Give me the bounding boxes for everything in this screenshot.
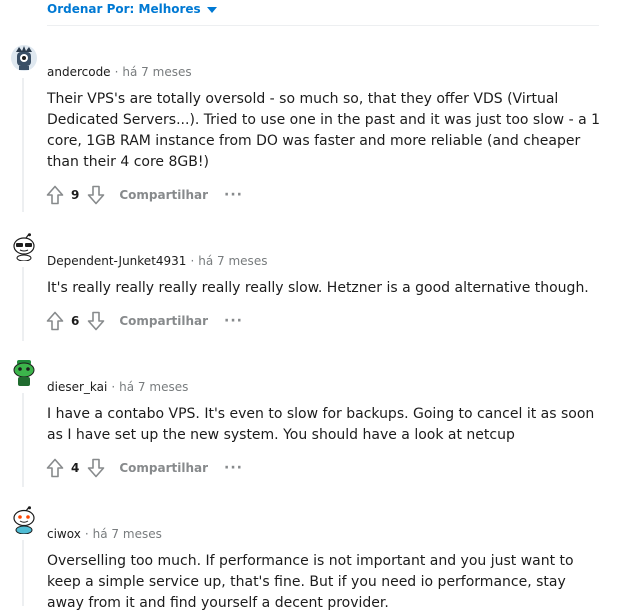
avatar[interactable] [10, 44, 38, 72]
vote-score: 4 [71, 461, 80, 475]
author-name[interactable]: andercode [47, 65, 111, 79]
more-options-button[interactable]: ··· [224, 313, 243, 329]
comment-body: It's really really really really really … [47, 280, 589, 296]
thread-line[interactable] [22, 393, 24, 487]
vote-score: 6 [71, 314, 80, 328]
avatar[interactable] [10, 233, 38, 262]
comment-actions: 4 Compartilhar ··· [44, 456, 243, 480]
comment-meta: ciwox · há 7 meses [47, 527, 162, 541]
downvote-button[interactable] [85, 457, 107, 479]
timestamp[interactable]: há 7 meses [93, 527, 162, 541]
share-button[interactable]: Compartilhar [119, 314, 208, 328]
comment-body: Overselling too much. If performance is … [47, 553, 574, 611]
avatar[interactable] [10, 359, 38, 387]
downvote-button[interactable] [85, 310, 107, 332]
share-button[interactable]: Compartilhar [119, 188, 208, 202]
divider [47, 25, 599, 26]
upvote-button[interactable] [44, 184, 66, 206]
more-options-button[interactable]: ··· [224, 460, 243, 476]
comment-meta: andercode · há 7 meses [47, 65, 192, 79]
timestamp[interactable]: há 7 meses [198, 254, 267, 268]
upvote-icon [46, 185, 64, 205]
sort-dropdown[interactable]: Ordenar Por: Melhores [47, 2, 217, 16]
author-name[interactable]: ciwox [47, 527, 81, 541]
downvote-icon [88, 185, 105, 205]
comment-ciwox: ciwox · há 7 meses Overselling too much. I… [0, 506, 637, 611]
upvote-button[interactable] [44, 310, 66, 332]
timestamp[interactable]: há 7 meses [119, 380, 188, 394]
comment-actions: 9 Compartilhar ··· [44, 183, 243, 207]
author-name[interactable]: dieser_kai [47, 380, 107, 394]
author-name[interactable]: Dependent-Junket4931 [47, 254, 186, 268]
comment-actions: 6 Compartilhar ··· [44, 309, 243, 333]
comment-body: Their VPS's are totally oversold - so mu… [47, 91, 601, 170]
more-options-button[interactable]: ··· [224, 187, 243, 203]
caret-down-icon [206, 7, 217, 13]
thread-line[interactable] [22, 78, 24, 212]
sort-label: Ordenar Por: Melhores [47, 2, 201, 16]
downvote-icon [88, 311, 105, 331]
thread-line[interactable] [22, 267, 24, 341]
comment-dieser-kai: dieser_kai · há 7 meses I have a contabo V… [0, 359, 637, 489]
vote-score: 9 [71, 188, 80, 202]
downvote-icon [88, 458, 105, 478]
thread-line[interactable] [22, 540, 24, 606]
upvote-button[interactable] [44, 457, 66, 479]
downvote-button[interactable] [85, 184, 107, 206]
timestamp[interactable]: há 7 meses [122, 65, 191, 79]
share-button[interactable]: Compartilhar [119, 461, 208, 475]
comment-dependent-junket4931: Dependent-Junket4931 · há 7 meses It's rea… [0, 233, 637, 343]
comment-meta: dieser_kai · há 7 meses [47, 380, 189, 394]
comment-meta: Dependent-Junket4931 · há 7 meses [47, 254, 268, 268]
upvote-icon [46, 311, 64, 331]
comment-andercode: andercode · há 7 meses Their VPS's are tot… [0, 44, 637, 214]
comment-body: I have a contabo VPS. It's even to slow … [47, 406, 595, 443]
upvote-icon [46, 458, 64, 478]
avatar[interactable] [10, 506, 38, 535]
